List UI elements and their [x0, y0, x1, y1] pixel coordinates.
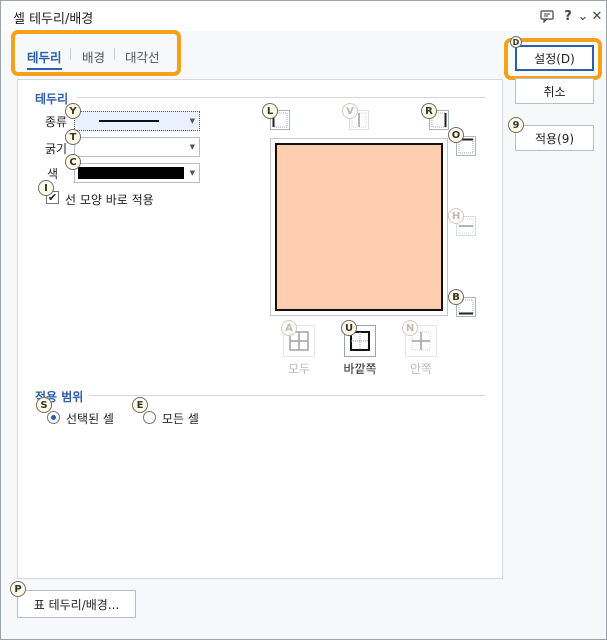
top-border-key-badge: O [448, 127, 464, 143]
chevron-down-icon: ▼ [189, 143, 195, 151]
apply-button[interactable]: 적용(9) [515, 125, 594, 151]
outer-borders-label: 바깥쪽 [343, 362, 377, 376]
comment-icon[interactable] [538, 7, 556, 25]
all-cells-key-badge: E [132, 397, 148, 413]
line-type-key-badge: Y [65, 103, 81, 119]
line-thickness-key-badge: T [65, 129, 81, 145]
inner-borders-key-badge: N [402, 320, 418, 336]
chevron-down-icon: ▼ [189, 169, 195, 177]
border-preview[interactable] [270, 138, 448, 316]
line-color-label: 색 [47, 167, 59, 181]
dialog-title: 셀 테두리/배경 [13, 12, 94, 27]
apply-key-badge: 9 [508, 117, 524, 133]
line-color-key-badge: C [65, 154, 81, 170]
selected-cells-key-badge: S [36, 397, 52, 413]
line-color-swatch [78, 167, 184, 179]
chevron-down-icon: ▼ [189, 117, 195, 125]
selected-cells-radio[interactable] [47, 411, 60, 424]
tab-border[interactable]: 테두리 [27, 47, 62, 70]
line-type-combo[interactable]: ▼ [74, 111, 200, 131]
outer-borders-key-badge: U [341, 320, 357, 336]
close-icon[interactable]: ✕ [588, 7, 606, 25]
selected-cells-label: 선택된 셀 [66, 412, 114, 426]
all-cells-label: 모든 셀 [162, 412, 199, 426]
horizontal-border-key-badge: H [448, 208, 464, 224]
line-type-sample [99, 120, 159, 122]
line-type-label: 종류 [45, 115, 68, 129]
inner-borders-label: 안쪽 [409, 362, 433, 376]
cell-border-background-dialog: 셀 테두리/배경 ? ⌄ ✕ 테두리 배경 대각선 테두리 종류 Y ▼ 굵기 … [0, 0, 607, 640]
cancel-button[interactable]: 취소 [515, 78, 594, 104]
tab-diagonal[interactable]: 대각선 [125, 47, 160, 66]
all-cells-radio[interactable] [143, 411, 156, 424]
border-section-title: 테두리 [35, 92, 69, 106]
line-thickness-label: 굵기 [45, 142, 68, 156]
preview-cell [275, 143, 443, 311]
vertical-border-key-badge: V [342, 103, 358, 119]
line-thickness-combo[interactable]: ▼ [74, 137, 200, 157]
table-border-background-button[interactable]: 표 테두리/배경... [17, 590, 136, 618]
all-borders-key-badge: A [281, 320, 297, 336]
right-border-key-badge: R [421, 103, 437, 119]
section-divider [89, 395, 485, 396]
line-color-combo[interactable]: ▼ [74, 163, 200, 183]
title-bar: 셀 테두리/배경 ? ⌄ ✕ [1, 1, 606, 31]
bottom-border-key-badge: B [448, 289, 464, 305]
apply-immediately-label: 선 모양 바로 적용 [65, 193, 154, 207]
section-divider [77, 97, 485, 98]
table-border-key-badge: P [10, 581, 26, 597]
apply-immediately-key-badge: I [38, 180, 54, 196]
ok-key-badge: D [510, 36, 522, 48]
left-border-key-badge: L [262, 103, 278, 119]
ok-button[interactable]: 설정(D) [515, 45, 594, 71]
all-borders-label: 모두 [287, 362, 311, 376]
tab-separator [114, 48, 115, 60]
tab-separator [70, 48, 71, 60]
tab-background[interactable]: 배경 [82, 47, 105, 66]
